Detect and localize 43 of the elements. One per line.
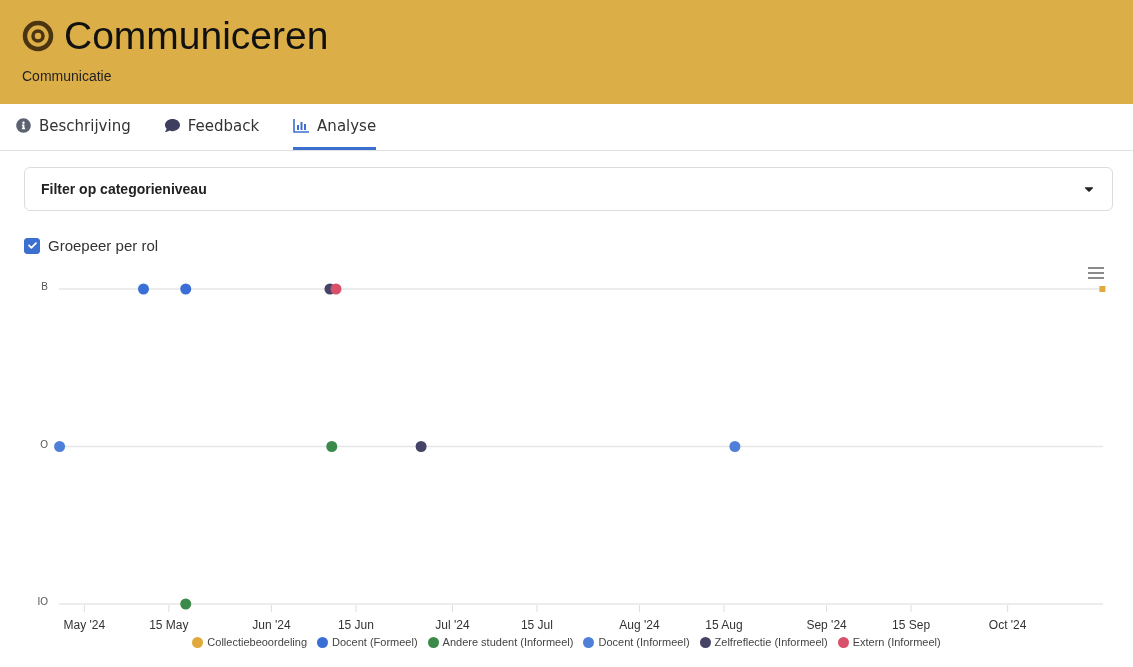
- x-axis-label: 15 Jun: [337, 618, 374, 632]
- x-axis-label: Aug '24: [619, 618, 660, 632]
- page-title: Communiceren: [64, 14, 329, 58]
- legend-item[interactable]: Zelfreflectie (Informeel): [699, 636, 828, 648]
- speech-bubble-icon: [164, 118, 180, 133]
- bar-chart-icon: [293, 118, 310, 133]
- tab[interactable]: Beschrijving: [16, 104, 131, 150]
- data-point: [729, 441, 741, 452]
- x-axis-label: 15 Sep: [892, 618, 931, 632]
- data-point: [330, 283, 342, 295]
- x-axis-label: Jun '24: [252, 618, 291, 632]
- data-point: [1099, 286, 1106, 292]
- x-axis-label: 15 May: [149, 618, 189, 632]
- data-point: [138, 283, 149, 295]
- legend-item[interactable]: Extern (Informeel): [837, 636, 941, 648]
- x-axis-label: Oct '24: [988, 618, 1027, 632]
- x-axis-label: Sep '24: [806, 618, 847, 632]
- legend-item[interactable]: Docent (Informeel): [583, 636, 690, 648]
- y-axis-label: IO: [37, 596, 48, 607]
- legend-item[interactable]: Docent (Formeel): [317, 636, 418, 648]
- x-axis-label: May '24: [63, 618, 106, 632]
- target-icon: [22, 20, 54, 52]
- check-icon: [27, 241, 37, 250]
- info-icon: [16, 118, 31, 133]
- legend-item[interactable]: Andere student (Informeel): [427, 636, 574, 648]
- tab[interactable]: Feedback: [164, 104, 260, 150]
- menu-icon[interactable]: [1088, 267, 1104, 279]
- y-axis-label: O: [40, 438, 48, 450]
- data-point: [415, 441, 427, 452]
- data-point: [326, 441, 338, 452]
- y-axis-label: B: [41, 281, 48, 292]
- checkbox[interactable]: [24, 237, 40, 254]
- data-point: [180, 283, 192, 295]
- legend-item[interactable]: Collectiebeoordeling: [192, 636, 307, 648]
- data-point: [180, 598, 192, 610]
- page-subtitle: Communicatie: [22, 68, 113, 84]
- tab[interactable]: Analyse: [293, 104, 377, 150]
- checkbox-label: Groepeer per rol: [48, 237, 159, 254]
- filter-dropdown[interactable]: Filter op categorieniveau: [24, 167, 1113, 211]
- x-axis-label: 15 Aug: [705, 618, 743, 632]
- x-axis-label: 15 Jul: [520, 618, 553, 632]
- x-axis-label: Jul '24: [435, 618, 470, 632]
- data-point: [54, 441, 66, 452]
